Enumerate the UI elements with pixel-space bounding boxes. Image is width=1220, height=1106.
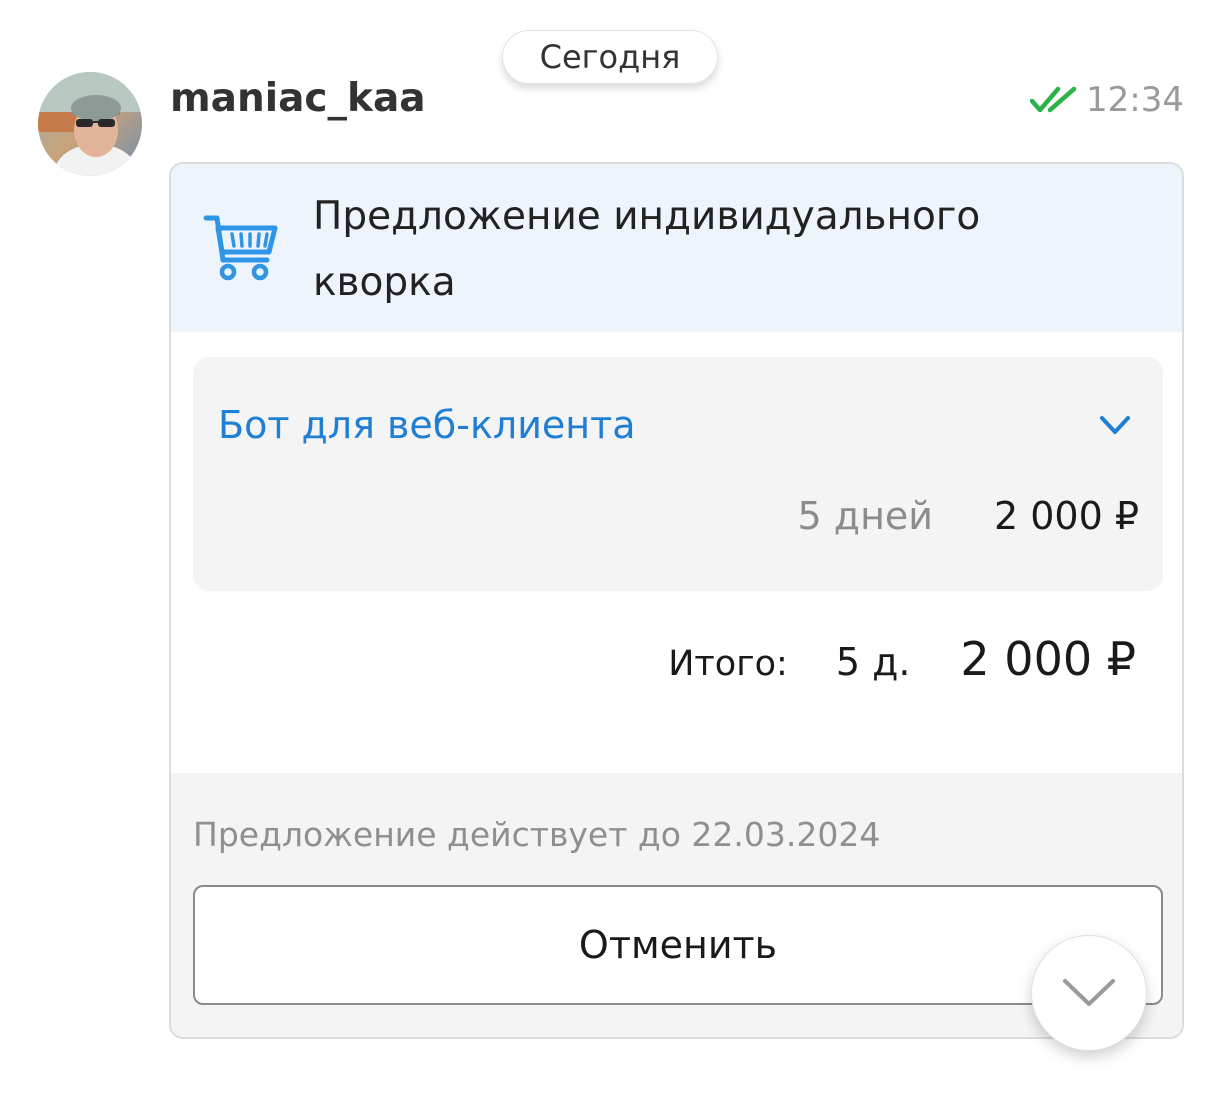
author-name[interactable]: maniac_kaa bbox=[170, 74, 426, 124]
message-meta: 12:34 bbox=[1030, 78, 1184, 122]
offer-total: Итого: 5 д. 2 000 ₽ bbox=[668, 632, 1136, 686]
avatar[interactable] bbox=[38, 72, 142, 176]
message-time: 12:34 bbox=[1086, 80, 1184, 120]
date-separator-label: Сегодня bbox=[539, 38, 681, 76]
offer-expiry: Предложение действует до 22.03.2024 bbox=[193, 815, 881, 854]
double-check-icon bbox=[1030, 86, 1077, 113]
scroll-down-button[interactable] bbox=[1031, 935, 1147, 1051]
chat-view: Сегодня maniac_kaa 12:34 Предложение инд… bbox=[0, 0, 1220, 1106]
offer-item[interactable]: Бот для веб-клиента 5 дней 2 000 ₽ bbox=[193, 357, 1163, 591]
total-label: Итого: bbox=[668, 644, 788, 684]
shopping-cart-icon bbox=[203, 215, 278, 281]
total-price: 2 000 ₽ bbox=[960, 632, 1136, 686]
offer-item-days: 5 дней bbox=[797, 494, 933, 538]
cancel-button[interactable]: Отменить bbox=[193, 885, 1163, 1005]
total-days: 5 д. bbox=[835, 640, 911, 684]
offer-item-title[interactable]: Бот для веб-клиента bbox=[218, 397, 636, 453]
user-avatar-image bbox=[38, 72, 142, 176]
offer-card: Предложение индивидуального кворка Бот д… bbox=[169, 162, 1184, 1039]
offer-item-price: 2 000 ₽ bbox=[993, 494, 1139, 538]
chevron-down-icon bbox=[1063, 979, 1115, 1006]
chevron-down-icon[interactable] bbox=[1097, 407, 1133, 443]
offer-header: Предложение индивидуального кворка bbox=[171, 164, 1182, 332]
offer-title: Предложение индивидуального кворка bbox=[313, 194, 981, 305]
date-separator: Сегодня bbox=[502, 30, 718, 84]
